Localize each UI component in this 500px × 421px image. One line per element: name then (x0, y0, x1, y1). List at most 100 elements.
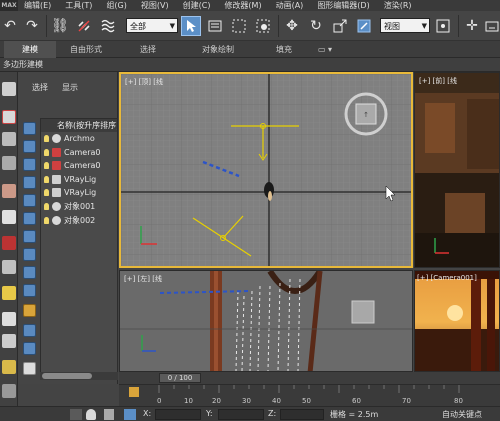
filter-settings-icon[interactable] (23, 362, 36, 375)
viewport-label-left[interactable]: [+] [左] [线 (124, 274, 162, 284)
filter-helpers-icon[interactable] (23, 194, 36, 207)
y-coord-field[interactable] (218, 409, 264, 420)
tab-populate[interactable]: 填充 (264, 41, 304, 58)
track-bar[interactable]: 0 10 20 30 40 50 60 70 80 (119, 384, 500, 406)
sphere-icon[interactable] (2, 312, 16, 326)
menu-group[interactable]: 组(G) (100, 0, 134, 11)
filter-groups-icon[interactable] (23, 230, 36, 243)
menu-rendering[interactable]: 渲染(R) (378, 0, 420, 11)
visibility-bulb-icon[interactable] (44, 202, 49, 210)
menu-create[interactable]: 创建(C) (177, 0, 219, 11)
selection-icon[interactable] (2, 110, 16, 124)
rotate-icon[interactable]: ↻ (306, 16, 326, 36)
rectangle-selection-icon[interactable] (229, 16, 249, 36)
filter-warps-icon[interactable] (23, 212, 36, 225)
selection-filter-dropdown[interactable]: 全部 ▼ (126, 18, 178, 33)
scene-icon[interactable] (2, 184, 16, 198)
redo-icon[interactable]: ↷ (22, 16, 42, 36)
time-slider-thumb[interactable]: 0 / 100 (159, 373, 201, 383)
viewport-front[interactable]: [+] [前] [线 (414, 72, 500, 268)
list-item[interactable]: VRayLig (41, 186, 117, 200)
pivot-center-icon[interactable] (433, 16, 453, 36)
viewport-label-top[interactable]: [+] [顶] [线 (125, 77, 163, 87)
x-coord-field[interactable] (155, 409, 201, 420)
list-item[interactable]: VRayLig (41, 173, 117, 187)
tab-freeform[interactable]: 自由形式 (58, 41, 114, 58)
filter-geometry-icon[interactable] (23, 122, 36, 135)
app-logo[interactable]: MAX (0, 0, 18, 11)
tab-modeling[interactable]: 建模 (4, 41, 56, 58)
explorer-tab-select[interactable]: 选择 (32, 82, 48, 93)
ribbon-options-icon[interactable]: ▭ ▾ (312, 41, 338, 58)
list-item[interactable]: Camera0 (41, 159, 117, 173)
viewport-label-front[interactable]: [+] [前] [线 (419, 76, 457, 86)
grid-toggle-icon[interactable] (2, 210, 16, 224)
menu-modifiers[interactable]: 修改器(M) (218, 0, 269, 11)
menu-view[interactable]: 视图(V) (135, 0, 177, 11)
filter-all-icon[interactable] (23, 304, 36, 317)
viewport-camera[interactable]: [+] [Camera001] (414, 270, 500, 372)
list-item[interactable]: 对象001 (41, 200, 117, 214)
light-icon[interactable] (2, 260, 16, 274)
lock-icon[interactable] (104, 409, 114, 420)
scale-icon[interactable] (330, 16, 350, 36)
menu-tools[interactable]: 工具(T) (59, 0, 100, 11)
move-icon[interactable]: ✥ (282, 16, 302, 36)
material-icon[interactable] (2, 334, 16, 348)
filter-none-icon[interactable] (23, 324, 36, 337)
explorer-horizontal-scrollbar[interactable] (40, 372, 118, 380)
tab-object-paint[interactable]: 对象绘制 (186, 41, 250, 58)
list-item[interactable]: Camera0 (41, 146, 117, 160)
filter-lights-icon[interactable] (23, 158, 36, 171)
z-coord-field[interactable] (280, 409, 324, 420)
undo-icon[interactable]: ↶ (0, 16, 20, 36)
visibility-bulb-icon[interactable] (44, 162, 49, 170)
visibility-bulb-icon[interactable] (44, 135, 49, 142)
render-icon[interactable] (2, 236, 16, 250)
placement-icon[interactable] (354, 16, 374, 36)
menu-animation[interactable]: 动画(A) (270, 0, 312, 11)
viewport-label-camera[interactable]: [+] [Camera001] (417, 274, 477, 282)
link-icon[interactable]: ⛓ (50, 16, 70, 36)
layer-icon[interactable] (2, 156, 16, 170)
autokey-button[interactable]: 自动关键点 (442, 409, 482, 420)
lightbulb-icon[interactable] (86, 409, 96, 420)
filter-bones-icon[interactable] (23, 266, 36, 279)
scrollbar-thumb[interactable] (42, 373, 92, 379)
filter-invert-icon[interactable] (23, 342, 36, 355)
absolute-mode-icon[interactable] (124, 409, 136, 420)
bind-space-warp-icon[interactable] (98, 16, 118, 36)
unlink-icon[interactable] (74, 16, 94, 36)
time-slider[interactable]: 0 / 100 (119, 372, 500, 384)
select-object-icon[interactable] (181, 16, 201, 36)
environment-icon[interactable] (2, 360, 16, 374)
misc-tool-icon[interactable] (2, 384, 16, 398)
teapot-icon[interactable] (2, 82, 16, 96)
filter-xrefs-icon[interactable] (23, 248, 36, 261)
script-listener-icon[interactable] (70, 409, 82, 420)
select-and-manipulate-icon[interactable]: ✛ (462, 16, 482, 36)
visibility-bulb-icon[interactable] (44, 148, 49, 156)
viewport-left[interactable]: [+] [左] [线 (119, 270, 413, 372)
filter-shapes-icon[interactable] (23, 140, 36, 153)
list-item[interactable]: Archmo (41, 132, 117, 146)
menu-graph-editors[interactable]: 图形编辑器(D) (311, 0, 377, 11)
menu-edit[interactable]: 编辑(E) (18, 0, 59, 11)
name-column-header[interactable]: 名称(按升序排序) (41, 119, 117, 132)
select-by-name-icon[interactable] (205, 16, 225, 36)
list-item[interactable]: 对象002 (41, 214, 117, 228)
keyboard-shortcut-override-icon[interactable] (482, 16, 500, 36)
reference-coordinate-dropdown[interactable]: 视图 ▼ (380, 18, 430, 33)
polygon-modeling-panel[interactable]: 多边形建模 (0, 58, 500, 72)
explorer-tab-display[interactable]: 显示 (62, 82, 78, 93)
visibility-bulb-icon[interactable] (44, 216, 49, 224)
camera-icon[interactable] (2, 286, 16, 300)
key-filter-icon[interactable] (129, 387, 139, 397)
visibility-bulb-icon[interactable] (44, 189, 49, 197)
viewport-top[interactable]: ↑ [+] [顶] [线 (119, 72, 413, 268)
window-crossing-icon[interactable] (253, 16, 273, 36)
filter-particles-icon[interactable] (23, 284, 36, 297)
tab-selection[interactable]: 选择 (126, 41, 170, 58)
display-icon[interactable] (2, 132, 16, 146)
filter-cameras-icon[interactable] (23, 176, 36, 189)
